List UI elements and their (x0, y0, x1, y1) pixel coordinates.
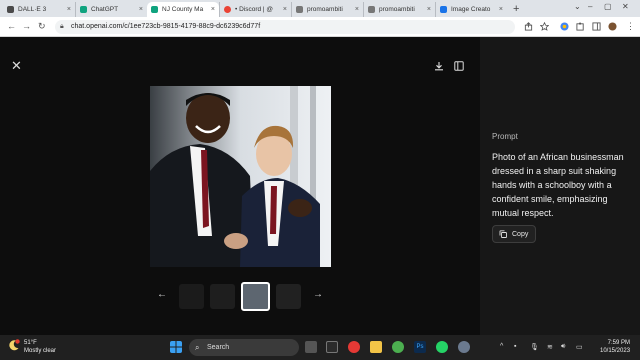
windows-taskbar: 51°F Mostly clear ⌕ Search Ps ^ ▪ 🎙︎ ≋ 🔊… (0, 335, 640, 360)
copy-icon (499, 230, 507, 238)
tab-close-icon[interactable]: × (427, 6, 431, 13)
prompt-label: Prompt (492, 132, 518, 141)
lock-icon: 🔒︎ (60, 23, 64, 30)
search-placeholder: Search (207, 344, 230, 351)
maximize-icon[interactable]: ▢ (604, 2, 612, 11)
weather-widget[interactable]: 51°F Mostly clear (8, 339, 56, 355)
tab-favicon-icon (368, 6, 375, 13)
new-tab-button[interactable]: + (507, 2, 525, 17)
clock-date: 10/15/2023 (600, 348, 631, 354)
tab-chatgpt[interactable]: ChatGPT × (75, 2, 147, 17)
reload-icon[interactable]: ↻ (38, 21, 46, 32)
tab-image-creator[interactable]: Image Creato × (435, 2, 507, 17)
chrome-icon[interactable] (392, 341, 404, 353)
windows-start-icon[interactable] (170, 341, 182, 353)
search-icon: ⌕ (195, 343, 200, 352)
tab-favicon-icon (224, 6, 231, 13)
volume-icon[interactable]: 🔊︎ (561, 343, 565, 351)
tab-close-icon[interactable]: × (211, 6, 215, 13)
clock-time: 7:59 PM (607, 340, 631, 346)
extension-colorful-icon[interactable] (560, 22, 569, 31)
prompt-panel: Prompt Photo of an African businessman d… (480, 37, 640, 335)
bookmark-star-icon[interactable] (540, 22, 549, 31)
taskbar-search[interactable]: ⌕ Search (189, 339, 299, 356)
tab-title: • Discord | @ (235, 6, 274, 13)
tab-favicon-icon (440, 6, 447, 13)
microphone-icon[interactable]: 🎙︎ (530, 343, 539, 351)
copy-label: Copy (512, 230, 529, 238)
taskbar-clock[interactable]: 7:59 PM 10/15/2023 (600, 339, 630, 355)
tab-title: promoambiti (379, 6, 415, 13)
file-explorer-icon[interactable] (370, 341, 382, 353)
tray-app-icon[interactable]: ▪ (514, 343, 516, 350)
browser-toolbar: ← → ↻ 🔒︎ chat.openai.com/c/1ee723cb-9815… (0, 17, 640, 37)
tab-title: DALL·E 3 (18, 6, 47, 13)
tab-nj-county[interactable]: NJ County Ma × (147, 2, 219, 17)
tab-promo-2[interactable]: promoambiti × (363, 2, 435, 17)
image-viewer: ✕ ← → (0, 37, 480, 335)
tab-close-icon[interactable]: × (67, 6, 71, 13)
tray-chevron-icon[interactable]: ^ (500, 343, 503, 350)
side-panel-icon[interactable] (592, 22, 601, 31)
whatsapp-icon[interactable] (436, 341, 448, 353)
tab-title: Image Creato (451, 6, 491, 13)
moon-weather-icon (9, 339, 20, 351)
copy-button[interactable]: Copy (492, 225, 536, 243)
forward-icon[interactable]: → (22, 21, 31, 31)
close-icon[interactable]: ✕ (11, 59, 22, 72)
sidebar-toggle-icon[interactable] (454, 61, 464, 71)
tab-title: NJ County Ma (162, 6, 204, 13)
tab-search-icon[interactable]: ⌄ (574, 2, 581, 11)
url-text: chat.openai.com/c/1ee723cb-9815-4179-88c… (71, 23, 261, 30)
prev-arrow-icon[interactable]: ← (157, 289, 167, 300)
tab-favicon-icon (296, 6, 303, 13)
tab-favicon-icon (80, 6, 87, 13)
thumbnail-1[interactable] (179, 284, 204, 309)
tab-title: promoambiti (307, 6, 343, 13)
extensions-puzzle-icon[interactable] (576, 22, 585, 31)
tab-promo-1[interactable]: promoambiti × (291, 2, 363, 17)
tab-favicon-icon (7, 6, 14, 13)
battery-icon[interactable]: ▭ (576, 343, 583, 351)
tab-close-icon[interactable]: × (355, 6, 359, 13)
generated-image (150, 86, 331, 267)
settings-gear-icon[interactable] (458, 341, 470, 353)
weather-temperature: 51°F (24, 340, 37, 346)
download-icon[interactable] (434, 61, 444, 71)
prompt-text: Photo of an African businessman dressed … (492, 152, 624, 218)
browser-menu-icon[interactable]: ⋮ (626, 21, 635, 32)
thumbnail-2[interactable] (210, 284, 235, 309)
thumbnail-3-selected[interactable] (241, 282, 270, 311)
tab-close-icon[interactable]: × (283, 6, 287, 13)
record-app-icon[interactable] (348, 341, 360, 353)
profile-avatar-icon[interactable] (608, 22, 617, 31)
tab-close-icon[interactable]: × (499, 6, 503, 13)
minimize-icon[interactable]: – (588, 2, 592, 11)
back-icon[interactable]: ← (7, 21, 16, 31)
tab-dalle[interactable]: DALL·E 3 × (3, 2, 75, 17)
tab-title: ChatGPT (91, 6, 119, 13)
wifi-icon[interactable]: ≋ (547, 343, 553, 351)
photoshop-icon[interactable]: Ps (414, 341, 426, 353)
address-bar[interactable]: 🔒︎ chat.openai.com/c/1ee723cb-9815-4179-… (55, 20, 515, 34)
tab-favicon-icon (151, 6, 158, 13)
weather-condition: Mostly clear (24, 348, 57, 354)
task-view-icon[interactable] (305, 341, 317, 353)
window-close-icon[interactable]: ✕ (622, 2, 629, 11)
tab-discord[interactable]: • Discord | @ × (219, 2, 291, 17)
next-arrow-icon[interactable]: → (313, 289, 323, 300)
browser-tab-strip: DALL·E 3 × ChatGPT × NJ County Ma × • Disco… (0, 0, 640, 17)
thumbnail-4[interactable] (276, 284, 301, 309)
share-icon[interactable] (524, 22, 533, 31)
app-icon-black[interactable] (326, 341, 338, 353)
tab-close-icon[interactable]: × (139, 6, 143, 13)
